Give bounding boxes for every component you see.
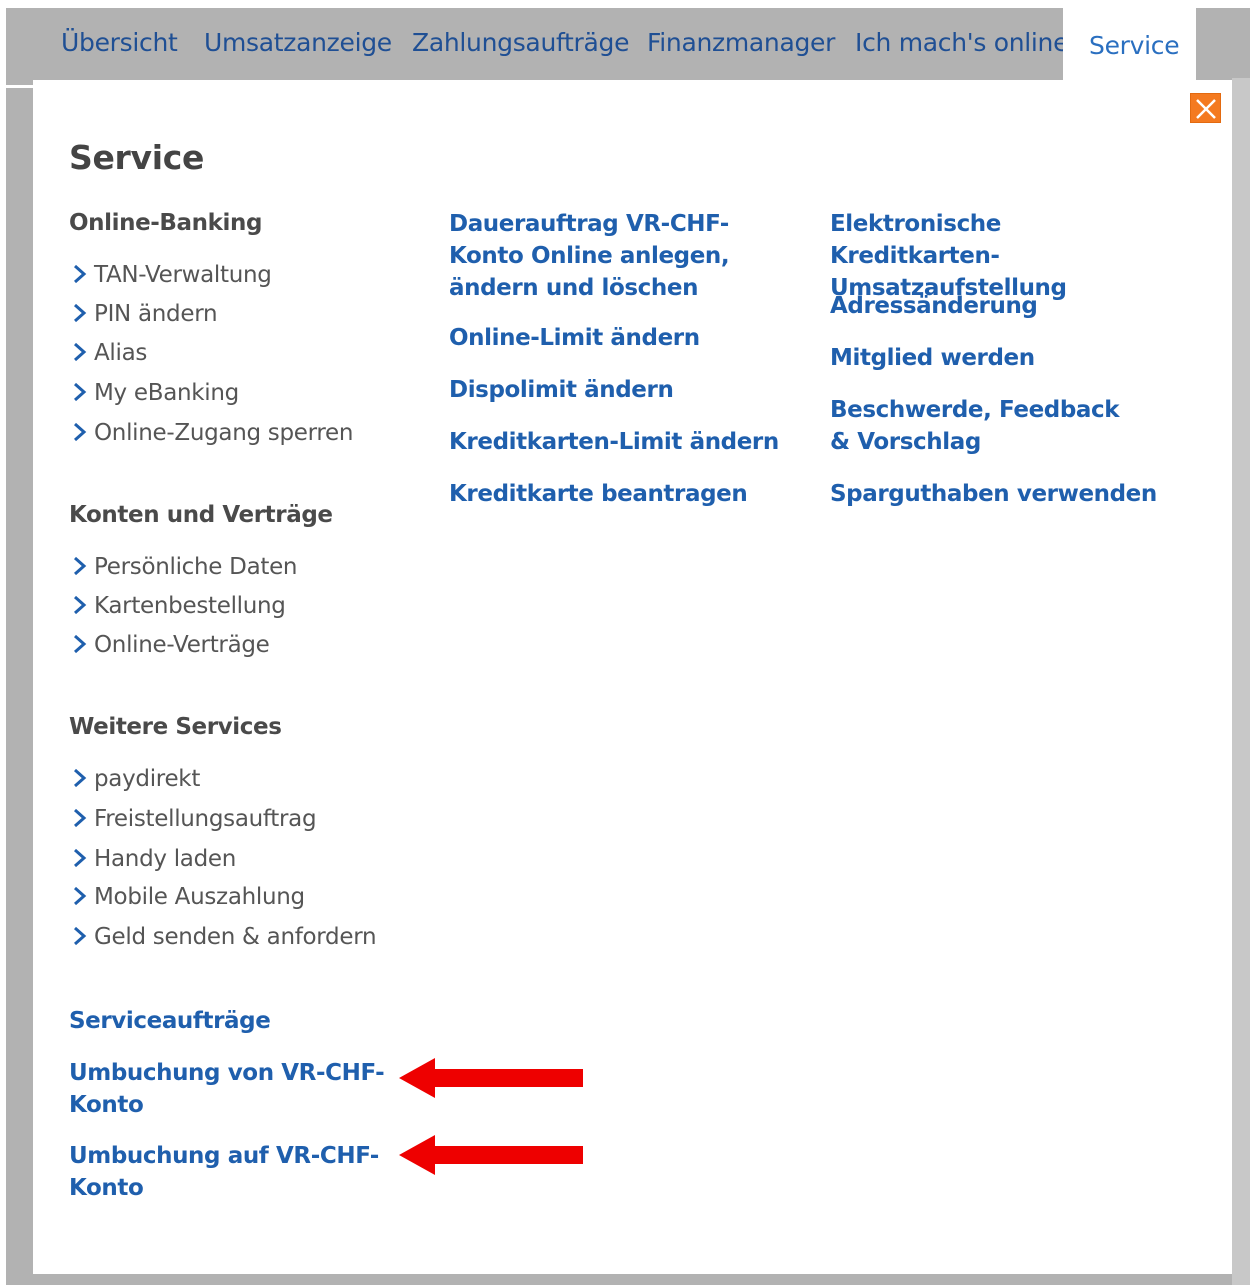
tab-zahlungsauftraege[interactable]: Zahlungsaufträge	[412, 28, 630, 57]
list-item-online-vertraege[interactable]: Online-Verträge	[69, 632, 270, 658]
list-item-label: Persönliche Daten	[94, 554, 298, 580]
list-item-label: Kartenbestellung	[94, 593, 286, 619]
list-item-label: My eBanking	[94, 380, 239, 406]
list-item-label: Handy laden	[94, 846, 236, 872]
chevron-right-icon	[74, 595, 87, 615]
dispolimit-aendern-link[interactable]: Dispolimit ändern	[449, 374, 794, 406]
kreditkarte-beantragen-link[interactable]: Kreditkarte beantragen	[449, 478, 794, 510]
right-scroll-area	[1232, 78, 1250, 1285]
list-item-persoenliche-daten[interactable]: Persönliche Daten	[69, 554, 298, 580]
tab-service-label: Service	[1089, 31, 1180, 60]
adressaenderung-link[interactable]: Adressänderung	[830, 290, 1160, 322]
tab-umsatzanzeige[interactable]: Umsatzanzeige	[204, 28, 392, 57]
chevron-right-icon	[74, 264, 87, 284]
list-item-handy-laden[interactable]: Handy laden	[69, 846, 236, 872]
list-item-label: Online-Zugang sperren	[94, 420, 354, 446]
service-orders-link[interactable]: Serviceaufträge	[69, 1005, 271, 1037]
chevron-right-icon	[74, 634, 87, 654]
list-item-mobile-auszahlung[interactable]: Mobile Auszahlung	[69, 884, 305, 910]
online-limit-aendern-link[interactable]: Online-Limit ändern	[449, 322, 794, 354]
list-item-alias[interactable]: Alias	[69, 340, 147, 366]
list-item-freistellungsauftrag[interactable]: Freistellungsauftrag	[69, 806, 317, 832]
service-panel: Service Online-Banking TAN-Verwaltung PI…	[33, 80, 1232, 1274]
chevron-right-icon	[74, 382, 87, 402]
umbuchung-von-vr-chf-konto-link[interactable]: Umbuchung von VR-CHF- Konto	[69, 1057, 389, 1121]
mitglied-werden-link[interactable]: Mitglied werden	[830, 342, 1160, 374]
list-item-label: Geld senden & anfordern	[94, 924, 377, 950]
list-item-label: PIN ändern	[94, 301, 218, 327]
list-item-online-zugang-sperren[interactable]: Online-Zugang sperren	[69, 420, 353, 446]
close-button[interactable]	[1190, 93, 1221, 123]
section-heading-konten-und-vertraege: Konten und Verträge	[69, 502, 333, 528]
list-item-geld-senden-anfordern[interactable]: Geld senden & anfordern	[69, 924, 377, 950]
dauerauftrag-vr-chf-konto-link[interactable]: Dauerauftrag VR-CHF-Konto Online anlegen…	[449, 208, 794, 304]
close-icon	[1196, 99, 1216, 119]
chevron-right-icon	[74, 342, 87, 362]
list-item-paydirekt[interactable]: paydirekt	[69, 766, 200, 792]
chevron-right-icon	[74, 808, 87, 828]
chevron-right-icon	[74, 422, 87, 442]
red-arrow-icon	[399, 1135, 583, 1175]
chevron-right-icon	[74, 768, 87, 788]
chevron-right-icon	[74, 556, 87, 576]
section-heading-online-banking: Online-Banking	[69, 210, 263, 236]
list-item-label: paydirekt	[94, 766, 201, 792]
list-item-label: Online-Verträge	[94, 632, 270, 658]
list-item-label: Mobile Auszahlung	[94, 884, 305, 910]
section-heading-weitere-services: Weitere Services	[69, 714, 282, 740]
chevron-right-icon	[74, 926, 87, 946]
tab-finanzmanager[interactable]: Finanzmanager	[647, 28, 835, 57]
umbuchung-auf-vr-chf-konto-link[interactable]: Umbuchung auf VR-CHF- Konto	[69, 1140, 389, 1204]
list-item-label: TAN-Verwaltung	[94, 262, 272, 288]
main-navigation: Übersicht Umsatzanzeige Zahlungsaufträge…	[6, 8, 1250, 88]
tab-uebersicht[interactable]: Übersicht	[61, 28, 178, 57]
list-item-label: Alias	[94, 340, 148, 366]
list-item-my-ebanking[interactable]: My eBanking	[69, 380, 239, 406]
kreditkarten-limit-aendern-link[interactable]: Kreditkarten-Limit ändern	[449, 426, 794, 458]
sparguthaben-verwenden-link[interactable]: Sparguthaben verwenden	[830, 478, 1160, 510]
list-item-kartenbestellung[interactable]: Kartenbestellung	[69, 593, 286, 619]
page-title: Service	[69, 138, 205, 177]
tab-ich-machs-online[interactable]: Ich mach's online	[855, 28, 1068, 57]
chevron-right-icon	[74, 303, 87, 323]
beschwerde-feedback-vorschlag-link[interactable]: Beschwerde, Feedback & Vorschlag	[830, 394, 1130, 458]
list-item-tan-verwaltung[interactable]: TAN-Verwaltung	[69, 262, 272, 288]
list-item-pin-aendern[interactable]: PIN ändern	[69, 301, 218, 327]
red-arrow-icon	[399, 1058, 583, 1098]
list-item-label: Freistellungsauftrag	[94, 806, 317, 832]
tab-service[interactable]: Service	[1063, 8, 1196, 88]
chevron-right-icon	[74, 886, 87, 906]
chevron-right-icon	[74, 848, 87, 868]
